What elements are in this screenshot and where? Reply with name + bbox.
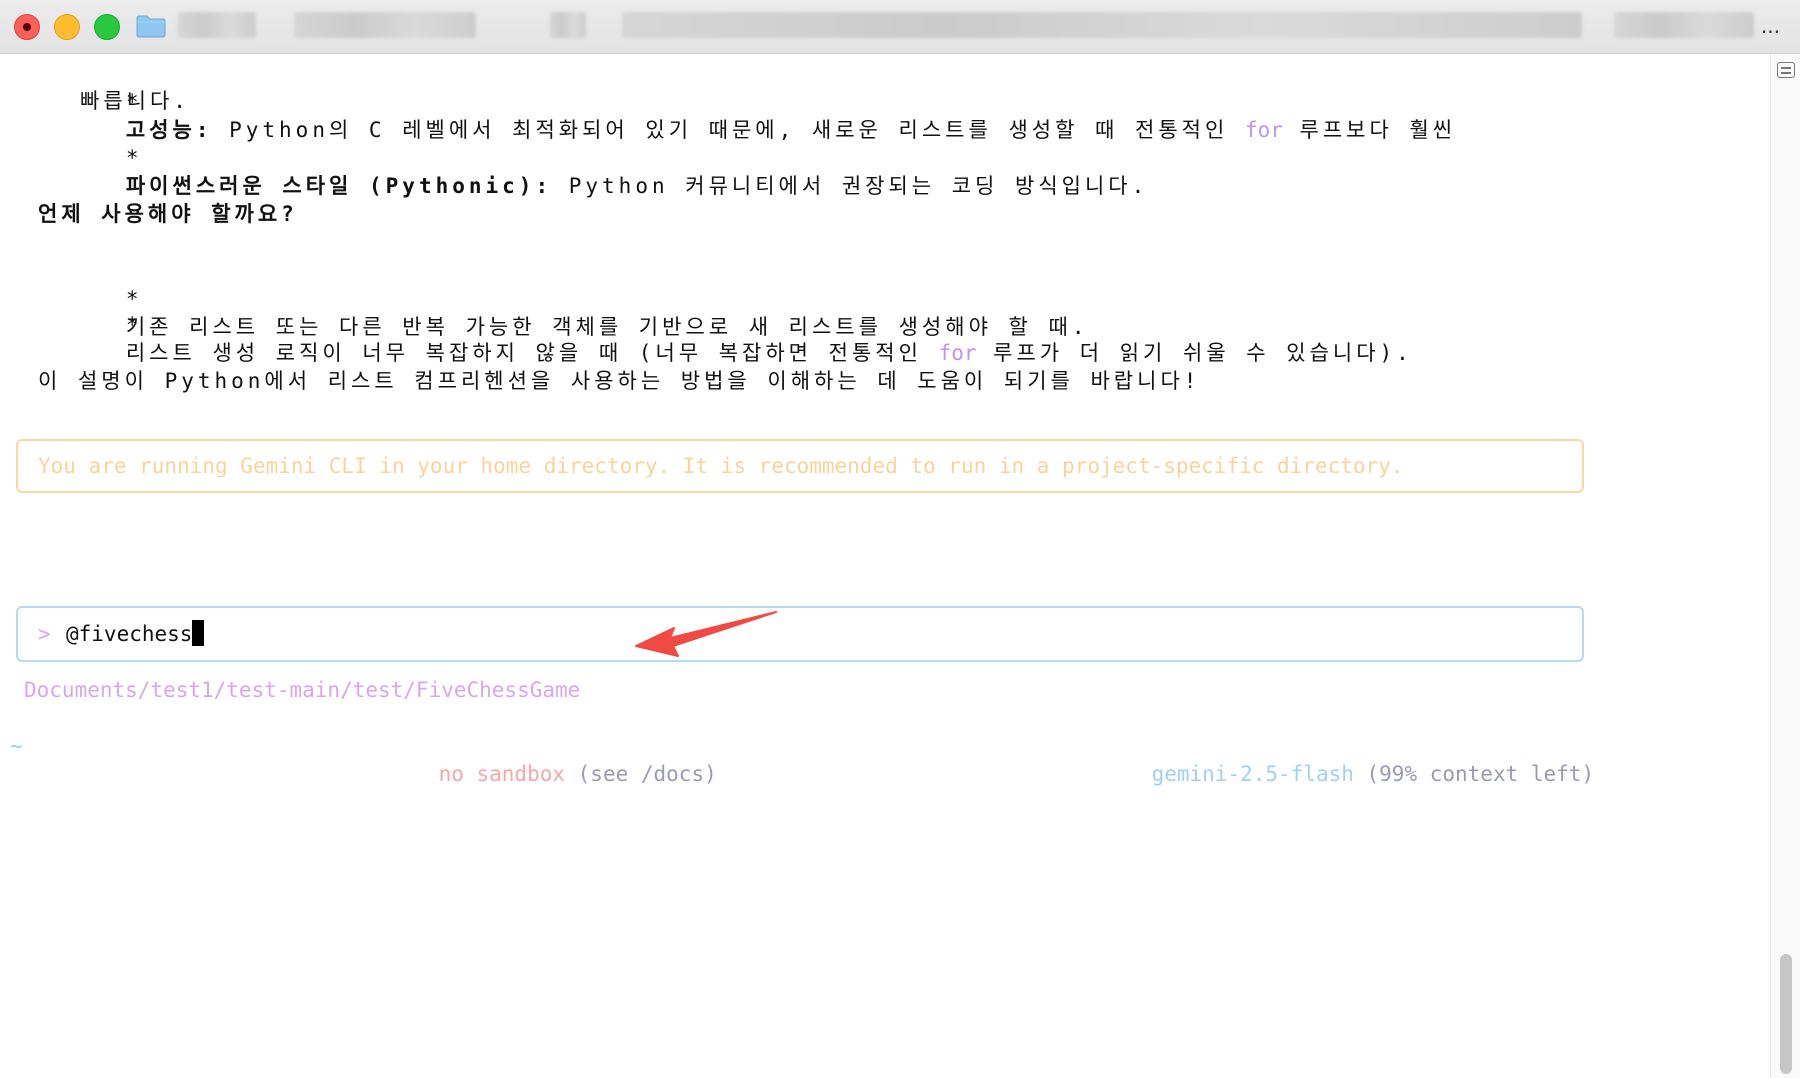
marks-icon[interactable] — [1777, 62, 1795, 78]
status-model: gemini-2.5-flash (99% context left) — [1101, 732, 1595, 816]
bullet-text: Python 커뮤니티에서 권장되는 코딩 방식입니다. — [552, 174, 1149, 198]
title-text-blurred — [178, 12, 256, 38]
maximize-button[interactable] — [94, 14, 120, 40]
bullet-text: 루프가 더 읽기 쉬울 수 있습니다). — [976, 341, 1413, 365]
input-value: @fivechess — [66, 622, 193, 646]
title-ellipsis: ... — [1760, 14, 1780, 38]
closing-line: 이 설명이 Python에서 리스트 컴프리헨션을 사용하는 방법을 이해하는 … — [38, 369, 1201, 393]
scroll-thumb[interactable] — [1780, 954, 1792, 1074]
minimize-button[interactable] — [54, 14, 80, 40]
title-text-blurred — [1614, 12, 1754, 38]
section-heading: 언제 사용해야 할까요? — [38, 202, 298, 226]
docs-hint: (see /docs) — [565, 762, 717, 786]
bullet-marker: * — [125, 313, 139, 337]
prompt-input[interactable]: @fivechess — [66, 620, 205, 648]
scrollbar[interactable] — [1770, 54, 1800, 1078]
bullet-label: 파이썬스러운 스타일 (Pythonic): — [125, 174, 553, 198]
status-cwd: ~ — [10, 734, 23, 758]
keyword-for: for — [1244, 118, 1283, 142]
bullet-performance-continuation: 빠릅니다. — [80, 89, 190, 113]
text-cursor — [192, 620, 205, 646]
prompt-symbol: > — [38, 622, 51, 646]
file-suggestion[interactable]: Documents/test1/test-main/test/FiveChess… — [24, 676, 580, 704]
prompt-input-box[interactable]: > @fivechess — [16, 606, 1584, 662]
sandbox-label: no sandbox — [438, 762, 566, 786]
home-directory-warning: You are running Gemini CLI in your home … — [16, 439, 1584, 493]
model-name: gemini-2.5-flash — [1151, 762, 1354, 786]
title-text-blurred — [550, 12, 586, 38]
red-arrow-annotation — [635, 611, 777, 657]
close-button[interactable] — [14, 14, 40, 40]
folder-icon — [136, 15, 166, 38]
terminal-output: * 고성능: Python의 C 레벨에서 최적화되어 있기 때문에, 새로운 … — [0, 54, 1770, 1078]
title-text-blurred — [294, 12, 476, 38]
title-bar[interactable]: ... — [0, 0, 1800, 54]
bullet-text: 리스트 생성 로직이 너무 복잡하지 않을 때 (너무 복잡하면 전통적인 — [125, 341, 939, 365]
context-left: (99% context left) — [1353, 762, 1595, 786]
keyword-for: for — [938, 341, 977, 365]
status-sandbox: no sandbox (see /docs) — [388, 732, 717, 816]
bullet-text: 루프보다 훨씬 — [1282, 118, 1457, 142]
title-text-blurred — [622, 12, 1582, 38]
terminal-window: ... * 고성능: Python의 C 레벨에서 최적화되어 있기 때문에, … — [0, 0, 1800, 1078]
warning-text: You are running Gemini CLI in your home … — [38, 454, 1404, 478]
bullet-marker: * — [125, 146, 139, 170]
